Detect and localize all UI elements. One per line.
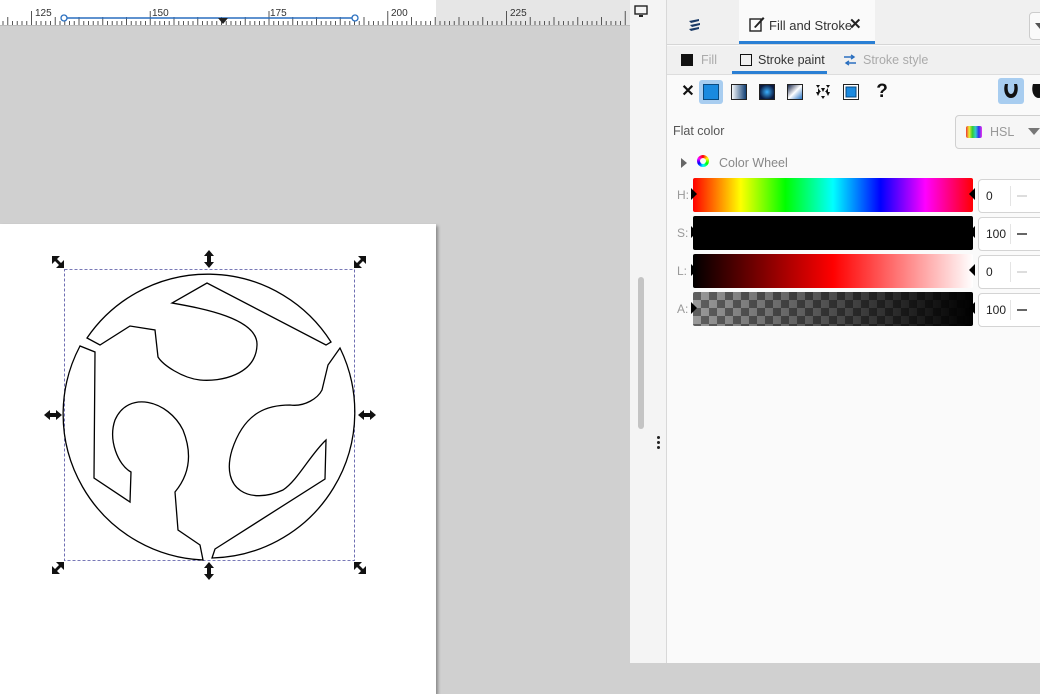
lightness-spinbox[interactable]: 0 xyxy=(978,255,1040,289)
selection-handles[interactable] xyxy=(44,250,376,580)
selection-start-marker xyxy=(60,14,68,22)
fill-rule-evenodd-icon xyxy=(1032,84,1040,98)
linear-gradient-icon xyxy=(731,84,747,100)
alpha-label: A: xyxy=(677,302,689,316)
expander-arrow-icon xyxy=(681,158,687,168)
fill-rule-evenodd-button[interactable] xyxy=(1027,78,1040,104)
flat-color-label: Flat color xyxy=(673,124,725,138)
alpha-slider[interactable] xyxy=(691,292,975,326)
scale-handle-top[interactable] xyxy=(204,250,214,268)
dock-tab-bar: Fill and Stroke ✕ xyxy=(667,0,1040,45)
ruler-ticks xyxy=(2,11,626,25)
flat-color-icon xyxy=(703,84,719,100)
stroke-paint-icon xyxy=(740,54,752,66)
hue-label: H: xyxy=(677,188,689,202)
color-mode-value: HSL xyxy=(990,125,1015,139)
chevron-down-icon xyxy=(1028,128,1040,135)
fill-stroke-icon xyxy=(749,17,765,32)
ruler-label-175: 175 xyxy=(270,8,287,19)
vertical-scrollbar[interactable] xyxy=(630,0,652,663)
scrollbar-thumb[interactable] xyxy=(638,277,644,429)
no-paint-button[interactable]: ✕ xyxy=(676,80,700,104)
chevron-down-icon xyxy=(1035,23,1040,29)
swatch-icon xyxy=(843,84,859,100)
horizontal-ruler[interactable]: 125 150 175 200 225 xyxy=(0,0,630,26)
spin-separator xyxy=(1010,300,1011,320)
hue-value: 0 xyxy=(986,189,993,203)
alpha-spinbox[interactable]: 100 xyxy=(978,293,1040,327)
tab-stroke-style-label: Stroke style xyxy=(863,53,929,67)
saturation-spinbox[interactable]: 100 xyxy=(978,217,1040,251)
hsl-mode-icon xyxy=(966,126,982,138)
lightness-value: 0 xyxy=(986,265,993,279)
spin-separator xyxy=(1010,186,1011,206)
tab-fill-label: Fill xyxy=(701,53,717,67)
tab-stroke-paint-label: Stroke paint xyxy=(758,53,825,67)
radial-gradient-icon xyxy=(759,84,775,100)
dock-menu-button[interactable] xyxy=(1029,12,1040,40)
dock-resize-handle[interactable] xyxy=(652,0,667,663)
swatch-button[interactable] xyxy=(839,80,863,104)
linear-gradient-button[interactable] xyxy=(727,80,751,104)
grip-dots-icon xyxy=(657,436,660,451)
dock-tab-label: Fill and Stroke xyxy=(769,18,853,33)
saturation-slider-row: S: 100 xyxy=(677,216,1040,251)
saturation-label: S: xyxy=(677,226,689,240)
color-wheel-label: Color Wheel xyxy=(719,156,788,170)
dock-tab-fill-and-stroke[interactable]: Fill and Stroke ✕ xyxy=(739,0,875,44)
ruler-label-225: 225 xyxy=(510,8,527,19)
hue-slider[interactable] xyxy=(691,178,975,212)
decrement-icon[interactable] xyxy=(1017,271,1027,273)
tab-stroke-style[interactable]: Stroke style xyxy=(843,46,953,74)
scale-handle-bottom-right[interactable] xyxy=(354,562,366,574)
pattern-button[interactable] xyxy=(811,80,835,104)
logo-path[interactable] xyxy=(62,273,356,561)
mesh-gradient-icon xyxy=(787,84,803,100)
decrement-icon[interactable] xyxy=(1017,309,1027,311)
mesh-gradient-button[interactable] xyxy=(783,80,807,104)
pattern-icon xyxy=(816,85,830,99)
dock-tab-layers[interactable] xyxy=(667,0,737,44)
display-mode-icon[interactable] xyxy=(634,4,648,18)
fill-stroke-tabs: Fill Stroke paint Stroke style xyxy=(667,46,1040,75)
close-icon[interactable]: ✕ xyxy=(849,15,862,33)
ruler-label-200: 200 xyxy=(391,8,408,19)
hue-slider-row: H: 0 xyxy=(677,178,1040,213)
flat-color-button[interactable] xyxy=(699,80,723,104)
alpha-slider-row: A: 100 xyxy=(677,292,1040,327)
ruler-label-125: 125 xyxy=(35,8,52,19)
saturation-slider[interactable] xyxy=(691,216,975,250)
spin-separator xyxy=(1010,224,1011,244)
alpha-value: 100 xyxy=(986,303,1007,317)
color-mode-select[interactable]: HSL xyxy=(955,115,1040,149)
unset-paint-button[interactable]: ? xyxy=(870,80,894,104)
decrement-icon[interactable] xyxy=(1017,195,1027,197)
ruler-label-150: 150 xyxy=(152,8,169,19)
lightness-label: L: xyxy=(677,264,688,278)
decrement-icon[interactable] xyxy=(1017,233,1027,235)
radial-gradient-button[interactable] xyxy=(755,80,779,104)
lightness-slider[interactable] xyxy=(691,254,975,288)
fill-swatch-icon xyxy=(681,54,693,66)
stroke-style-icon xyxy=(844,54,856,66)
scale-handle-top-left[interactable] xyxy=(52,256,64,268)
scale-handle-left[interactable] xyxy=(44,410,62,420)
tab-stroke-paint[interactable]: Stroke paint xyxy=(732,46,827,74)
scale-handle-bottom[interactable] xyxy=(204,562,214,580)
fill-rule-nonzero-button[interactable] xyxy=(998,78,1024,104)
drawing-canvas[interactable] xyxy=(0,26,630,694)
fill-rule-nonzero-icon xyxy=(1004,84,1018,98)
artwork-layer[interactable] xyxy=(0,26,630,663)
spin-separator xyxy=(1010,262,1011,282)
color-wheel-icon xyxy=(697,155,709,167)
scale-handle-top-right[interactable] xyxy=(354,256,366,268)
layers-icon xyxy=(689,19,700,31)
lightness-slider-row: L: 0 xyxy=(677,254,1040,289)
saturation-value: 100 xyxy=(986,227,1007,241)
hue-spinbox[interactable]: 0 xyxy=(978,179,1040,213)
fill-and-stroke-panel: Fill and Stroke ✕ Fill Stroke paint Stro… xyxy=(667,0,1040,663)
selection-end-marker xyxy=(351,14,359,22)
scale-handle-bottom-left[interactable] xyxy=(52,562,64,574)
scale-handle-right[interactable] xyxy=(358,410,376,420)
